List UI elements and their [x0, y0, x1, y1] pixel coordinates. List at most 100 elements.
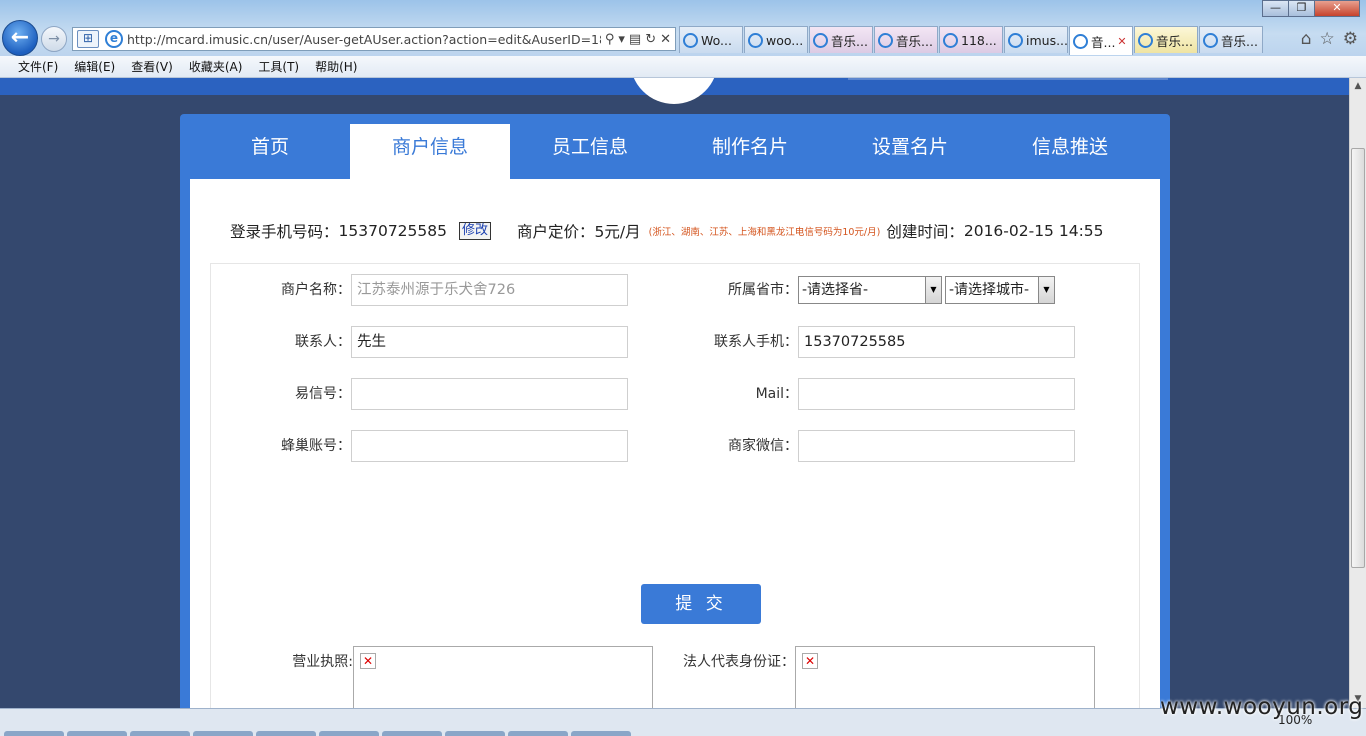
- taskbar-item[interactable]: [382, 731, 442, 736]
- merchant-name-input[interactable]: 江苏泰州源于乐犬舍726: [351, 274, 628, 306]
- browser-tab[interactable]: woo...: [744, 26, 808, 53]
- wechat-label: 商家微信：: [728, 438, 798, 454]
- main-panel: 首页 商户信息 员工信息 制作名片 设置名片 信息推送 登录手机号码： 153707255…: [180, 114, 1170, 708]
- browser-tab[interactable]: 音乐...: [809, 26, 873, 53]
- window-controls: — ❐ ✕: [1262, 0, 1360, 17]
- ie-icon: [1008, 32, 1023, 48]
- wechat-input[interactable]: [798, 430, 1075, 462]
- scroll-thumb[interactable]: [1351, 148, 1365, 568]
- modify-button[interactable]: 修改: [459, 222, 492, 240]
- legal-id-image[interactable]: ✕: [795, 646, 1095, 708]
- taskbar-item[interactable]: [319, 731, 379, 736]
- refresh-icon[interactable]: ↻: [645, 32, 656, 47]
- browser-tab[interactable]: 音乐...: [1199, 26, 1263, 53]
- taskbar-item[interactable]: [508, 731, 568, 736]
- ie-icon: [683, 32, 698, 48]
- legal-id-label: 法人代表身份证：: [683, 654, 795, 670]
- merchant-name-label: 商户名称：: [281, 282, 351, 298]
- browser-tab-label: woo...: [766, 32, 804, 48]
- ie-icon: [748, 32, 763, 48]
- settings-icon[interactable]: ⚙: [1343, 29, 1358, 49]
- nav-tab[interactable]: 商户信息: [350, 124, 510, 179]
- fengchao-input[interactable]: [351, 430, 628, 462]
- chevron-down-icon[interactable]: ▼: [925, 277, 941, 303]
- taskbar-item[interactable]: [4, 731, 64, 736]
- menu-item[interactable]: 文件(F): [18, 58, 58, 75]
- search-icon[interactable]: ⚲: [605, 32, 615, 47]
- browser-tab[interactable]: 118...: [939, 26, 1003, 53]
- ie-icon: [1203, 32, 1218, 48]
- price-note: (浙江、湖南、江苏、上海和黑龙江电信号码为10元/月): [648, 227, 881, 238]
- vertical-scrollbar[interactable]: ▲ ▼: [1349, 78, 1366, 708]
- dropdown-icon[interactable]: ▾: [618, 32, 625, 47]
- nav-tab[interactable]: 员工信息: [510, 124, 670, 179]
- nav-tab[interactable]: 设置名片: [830, 124, 990, 179]
- nav-tab[interactable]: 信息推送: [990, 124, 1150, 179]
- maximize-button[interactable]: ❐: [1288, 0, 1315, 17]
- yixin-label: 易信号：: [295, 386, 351, 402]
- license-image[interactable]: ✕: [353, 646, 653, 708]
- province-select-value: -请选择省-: [802, 282, 869, 298]
- taskbar-item[interactable]: [571, 731, 631, 736]
- nav-tabs: 首页 商户信息 员工信息 制作名片 设置名片 信息推送: [180, 124, 1170, 179]
- ie-icon: [943, 32, 958, 48]
- account-summary: 登录手机号码： 15370725585 修改 商户定价： 5元/月 (浙江、湖南…: [230, 221, 1104, 241]
- taskbar-item[interactable]: [256, 731, 316, 736]
- forward-button[interactable]: →: [41, 26, 67, 52]
- scroll-up-icon[interactable]: ▲: [1350, 78, 1366, 95]
- province-select[interactable]: -请选择省- ▼: [798, 276, 942, 304]
- menu-item[interactable]: 查看(V): [131, 58, 173, 75]
- address-bar[interactable]: ⊞ e http://mcard.imusic.cn/user/Auser-ge…: [72, 27, 676, 51]
- phone-value: 15370725585: [338, 222, 447, 240]
- browser-tab[interactable]: imus...: [1004, 26, 1068, 53]
- mail-label: Mail：: [755, 386, 798, 402]
- ie-icon: [878, 32, 893, 48]
- license-label: 营业执照:: [292, 654, 353, 670]
- compat-view-icon[interactable]: ▤: [629, 32, 641, 47]
- created-label: 创建时间：: [886, 223, 964, 241]
- nav-tab[interactable]: 制作名片: [670, 124, 830, 179]
- minimize-button[interactable]: —: [1262, 0, 1289, 17]
- web-page: 首页 商户信息 员工信息 制作名片 设置名片 信息推送 登录手机号码： 153707255…: [0, 78, 1349, 708]
- menu-item[interactable]: 帮助(H): [315, 58, 357, 75]
- yixin-input[interactable]: [351, 378, 628, 410]
- nav-tab[interactable]: 首页: [190, 124, 350, 179]
- browser-tab[interactable]: 音乐...: [1134, 26, 1198, 53]
- back-button[interactable]: ←: [2, 20, 38, 56]
- close-tab-icon[interactable]: ✕: [1117, 35, 1126, 48]
- city-select[interactable]: -请选择城市- ▼: [945, 276, 1055, 304]
- taskbar-item[interactable]: [130, 731, 190, 736]
- watermark: www.wooyun.org: [1160, 694, 1364, 720]
- ie-icon: [1138, 32, 1153, 48]
- browser-tab[interactable]: 音乐...: [874, 26, 938, 53]
- favorites-icon[interactable]: ☆: [1320, 29, 1335, 49]
- site-logo[interactable]: [630, 78, 718, 104]
- menu-item[interactable]: 编辑(E): [74, 58, 115, 75]
- taskbar-item[interactable]: [193, 731, 253, 736]
- browser-tab-label: 音乐...: [1221, 33, 1258, 49]
- browser-tab-label: 118...: [961, 32, 997, 48]
- page-icon[interactable]: ⊞: [77, 30, 99, 48]
- menu-item[interactable]: 工具(T): [258, 58, 299, 75]
- taskbar-item[interactable]: [445, 731, 505, 736]
- contact-phone-input[interactable]: 15370725585: [798, 326, 1075, 358]
- browser-tab-label: 音乐...: [1156, 33, 1193, 49]
- browser-tabs: Wo... woo... 音乐... 音乐... 118... imus... 音... ✕ 音…: [679, 26, 1264, 55]
- mail-input[interactable]: [798, 378, 1075, 410]
- chevron-down-icon[interactable]: ▼: [1038, 277, 1054, 303]
- broken-image-icon: ✕: [360, 653, 376, 669]
- taskbar-item[interactable]: [67, 731, 127, 736]
- stop-icon[interactable]: ✕: [660, 32, 671, 47]
- ie-icon: [813, 32, 828, 48]
- url-text[interactable]: http://mcard.imusic.cn/user/Auser-getAUs…: [127, 32, 601, 47]
- menu-bar: 文件(F) 编辑(E) 查看(V) 收藏夹(A) 工具(T) 帮助(H): [0, 56, 1366, 78]
- close-window-button[interactable]: ✕: [1314, 0, 1360, 17]
- home-icon[interactable]: ⌂: [1301, 29, 1312, 49]
- header-line: [848, 78, 1168, 80]
- menu-item[interactable]: 收藏夹(A): [189, 58, 243, 75]
- browser-tab[interactable]: Wo...: [679, 26, 743, 53]
- browser-tab[interactable]: 音... ✕: [1069, 26, 1133, 55]
- submit-button[interactable]: 提 交: [641, 584, 761, 624]
- contact-input[interactable]: 先生: [351, 326, 628, 358]
